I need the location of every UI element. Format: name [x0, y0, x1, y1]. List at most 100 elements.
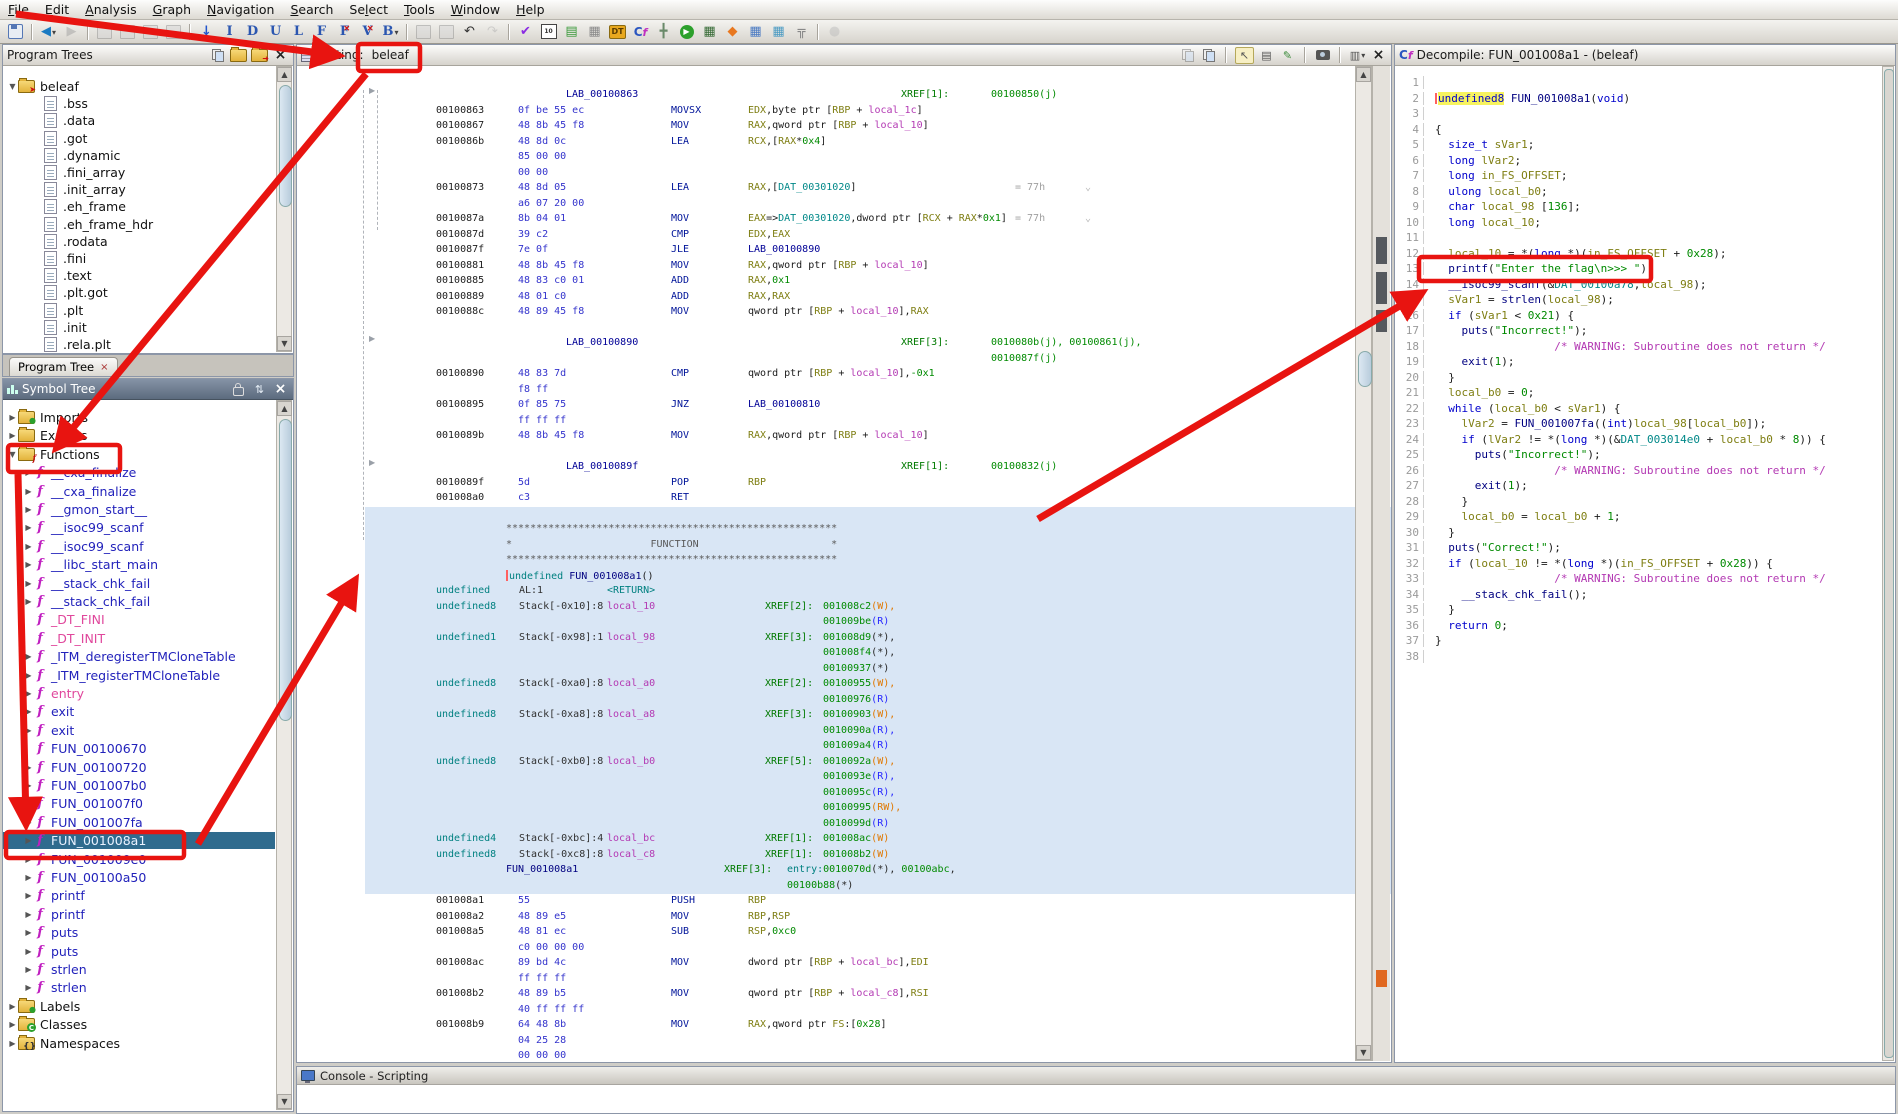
tree-item-Labels[interactable]: ▶●Labels [3, 998, 275, 1015]
decompile-line-12[interactable]: 12 local_10 = *(long *)(in_FS_OFFSET + 0… [1397, 247, 1881, 263]
decompile-line-7[interactable]: 7 long in_FS_OFFSET; [1397, 169, 1881, 185]
diamond-icon[interactable]: ◆ [722, 22, 743, 42]
tree-item-__isoc99_scanf[interactable]: ▶f__isoc99_scanf [3, 519, 275, 536]
tree-item-__stack_chk_fail[interactable]: ▶f__stack_chk_fail [3, 575, 275, 592]
close-icon[interactable]: × [272, 382, 289, 397]
tree-item-puts[interactable]: ▶fputs [3, 924, 275, 941]
listing-scrollbar[interactable]: ▲ ▼ [1355, 66, 1372, 1061]
open-folder-icon[interactable] [230, 48, 247, 63]
memory-icon[interactable] [163, 22, 184, 42]
stamp-icon[interactable] [413, 22, 434, 42]
decompile-line-25[interactable]: 25 puts("Incorrect!"); [1397, 448, 1881, 464]
close-icon[interactable]: × [272, 48, 289, 63]
menu-search[interactable]: Search [282, 1, 341, 18]
listing-row[interactable]: undefined8Stack[-0xa8]:8local_a8XREF[3]:… [297, 708, 1353, 724]
decompile-line-28[interactable]: 28 } [1397, 495, 1881, 511]
listing-row[interactable]: ****************************************… [297, 522, 1353, 538]
tree-item-.eh_frame_hdr[interactable]: .eh_frame_hdr [3, 216, 275, 233]
undo-function-icon[interactable]: F [334, 22, 355, 42]
tree-item-FUN_001008a1[interactable]: ▶fFUN_001008a1 [3, 832, 275, 849]
decompile-code[interactable]: 12undefined8 FUN_001008a1(void)34{5 size… [1397, 76, 1881, 665]
tree-item-_ITM_deregisterTMCloneTable[interactable]: ▶f_ITM_deregisterTMCloneTable [3, 648, 275, 665]
listing-row[interactable]: undefinedAL:1<RETURN> [297, 584, 1353, 600]
memory-map-icon[interactable]: ▦ [699, 22, 720, 42]
listing-row[interactable]: 40 ff ff ff [297, 1003, 1353, 1019]
tree-item-FUN_001009e0[interactable]: ▶fFUN_001009e0 [3, 851, 275, 868]
back-icon[interactable]: ◀ [38, 22, 59, 42]
listing-row[interactable]: * FUNCTION * [297, 538, 1353, 554]
decompile-line-8[interactable]: 8 ulong local_b0; [1397, 185, 1881, 201]
lock-icon[interactable] [230, 382, 247, 397]
menu-tools[interactable]: Tools [396, 1, 443, 18]
tree-item-Classes[interactable]: ▶CClasses [3, 1016, 275, 1033]
tree-item-FUN_001007f0[interactable]: ▶fFUN_001007f0 [3, 795, 275, 812]
listing-row[interactable]: undefined8Stack[-0x10]:8local_10XREF[2]:… [297, 600, 1353, 616]
listing-row[interactable]: 04 25 28 [297, 1034, 1353, 1050]
console-output[interactable] [297, 1085, 1895, 1113]
listing-row[interactable]: 001008f4(*), [297, 646, 1353, 662]
export-tree-icon[interactable]: ➜ [251, 48, 268, 63]
listing-row[interactable]: 00 00 00 [297, 1049, 1353, 1062]
tree-item-FUN_001007b0[interactable]: ▶fFUN_001007b0 [3, 777, 275, 794]
decompile-line-32[interactable]: 32 if (local_10 != *(long *)(in_FS_OFFSE… [1397, 557, 1881, 573]
save-icon[interactable] [5, 22, 26, 42]
decompile-line-22[interactable]: 22 while (local_b0 < sVar1) { [1397, 402, 1881, 418]
decompile-line-2[interactable]: 2undefined8 FUN_001008a1(void) [1397, 92, 1881, 108]
listing-row[interactable]: f8 ff [297, 383, 1353, 399]
paste-icon[interactable] [1200, 48, 1217, 63]
decompile-line-21[interactable]: 21 local_b0 = 0; [1397, 386, 1881, 402]
tree-item-__cxa_finalize[interactable]: ▶f__cxa_finalize [3, 483, 275, 500]
table-icon[interactable]: ▦ [745, 22, 766, 42]
byte-viewer-icon[interactable]: 10 [538, 22, 559, 42]
decompile-line-15[interactable]: 15 sVar1 = strlen(local_98); [1397, 293, 1881, 309]
label-icon[interactable]: L [288, 22, 309, 42]
copy-icon[interactable] [1179, 48, 1196, 63]
tree-item-FUN_00100670[interactable]: fFUN_00100670 [3, 740, 275, 757]
decompile-line-3[interactable]: 3 [1397, 107, 1881, 123]
symbol-tree-scrollbar[interactable]: ▲ ▼ [276, 400, 292, 1110]
tree-item-.init_array[interactable]: .init_array [3, 181, 275, 198]
decompile-line-13[interactable]: 13 printf("Enter the flag\n>>> "); [1397, 262, 1881, 278]
decompile-line-11[interactable]: 11 [1397, 231, 1881, 247]
menu-graph[interactable]: Graph [145, 1, 199, 18]
listing-row[interactable]: ff ff ff [297, 972, 1353, 988]
tree-icon[interactable]: ╋ [653, 22, 674, 42]
decompile-line-38[interactable]: 38 [1397, 650, 1881, 666]
listing-row[interactable]: 0010089b48 8b 45 f8MOVRAX,qword ptr [RBP… [297, 429, 1353, 445]
decompile-line-26[interactable]: 26 /* WARNING: Subroutine does not retur… [1397, 464, 1881, 480]
listing-row[interactable]: 001008950f 85 75JNZLAB_00100810 [297, 398, 1353, 414]
listing-body[interactable]: ▶ ▶ ▶ LAB_00100863XREF[1]:00100850(j)001… [297, 66, 1391, 1062]
tree-item-printf[interactable]: ▶fprintf [3, 906, 275, 923]
tree-item-strlen[interactable]: ▶fstrlen [3, 961, 275, 978]
tree-item-.fini_array[interactable]: .fini_array [3, 164, 275, 181]
decompile-line-1[interactable]: 1 [1397, 76, 1881, 92]
listing-row[interactable]: 0010089048 83 7dCMPqword ptr [RBP + loca… [297, 367, 1353, 383]
tree-item-.bss[interactable]: .bss [3, 95, 275, 112]
overview-mark[interactable] [1376, 310, 1387, 332]
listing-row[interactable] [297, 321, 1353, 337]
disabled-icon[interactable]: ● [824, 22, 845, 42]
redo-icon[interactable]: ↷ [482, 22, 503, 42]
listing-row[interactable]: 001009be(R) [297, 615, 1353, 631]
listing-row[interactable]: 001008b964 48 8bMOVRAX,qword ptr FS:[0x2… [297, 1018, 1353, 1034]
overview-mark[interactable] [1376, 237, 1387, 264]
menu-select[interactable]: Select [341, 1, 396, 18]
decompile-line-31[interactable]: 31 puts("Correct!"); [1397, 541, 1881, 557]
listing-row[interactable]: 0010087348 8d 05LEARAX,[DAT_00301020]= 7… [297, 181, 1353, 197]
listing-row[interactable]: 001008630f be 55 ecMOVSXEDX,byte ptr [RB… [297, 104, 1353, 120]
tree-item-_DT_FINI[interactable]: f_DT_FINI [3, 611, 275, 628]
listing-row[interactable]: 00100976(R) [297, 693, 1353, 709]
listing-row[interactable]: 0010087a8b 04 01MOVEAX=>DAT_00301020,dwo… [297, 212, 1353, 228]
menu-edit[interactable]: Edit [37, 1, 77, 18]
listing-row[interactable]: 001009a4(R) [297, 739, 1353, 755]
listing-row[interactable]: a6 07 20 00 [297, 197, 1353, 213]
tree-item-beleaf[interactable]: ▼➤beleaf [3, 78, 275, 95]
table-arrow-icon[interactable]: ▦ [768, 22, 789, 42]
decompile-scrollbar[interactable] [1882, 66, 1894, 1061]
menu-navigation[interactable]: Navigation [199, 1, 282, 18]
undo-icon[interactable]: ↶ [459, 22, 480, 42]
tree-item-.fini[interactable]: .fini [3, 250, 275, 267]
listing-row[interactable]: undefined FUN_001008a1() [297, 569, 1353, 585]
tree-item-.plt.got[interactable]: .plt.got [3, 284, 275, 301]
decompile-line-37[interactable]: 37} [1397, 634, 1881, 650]
